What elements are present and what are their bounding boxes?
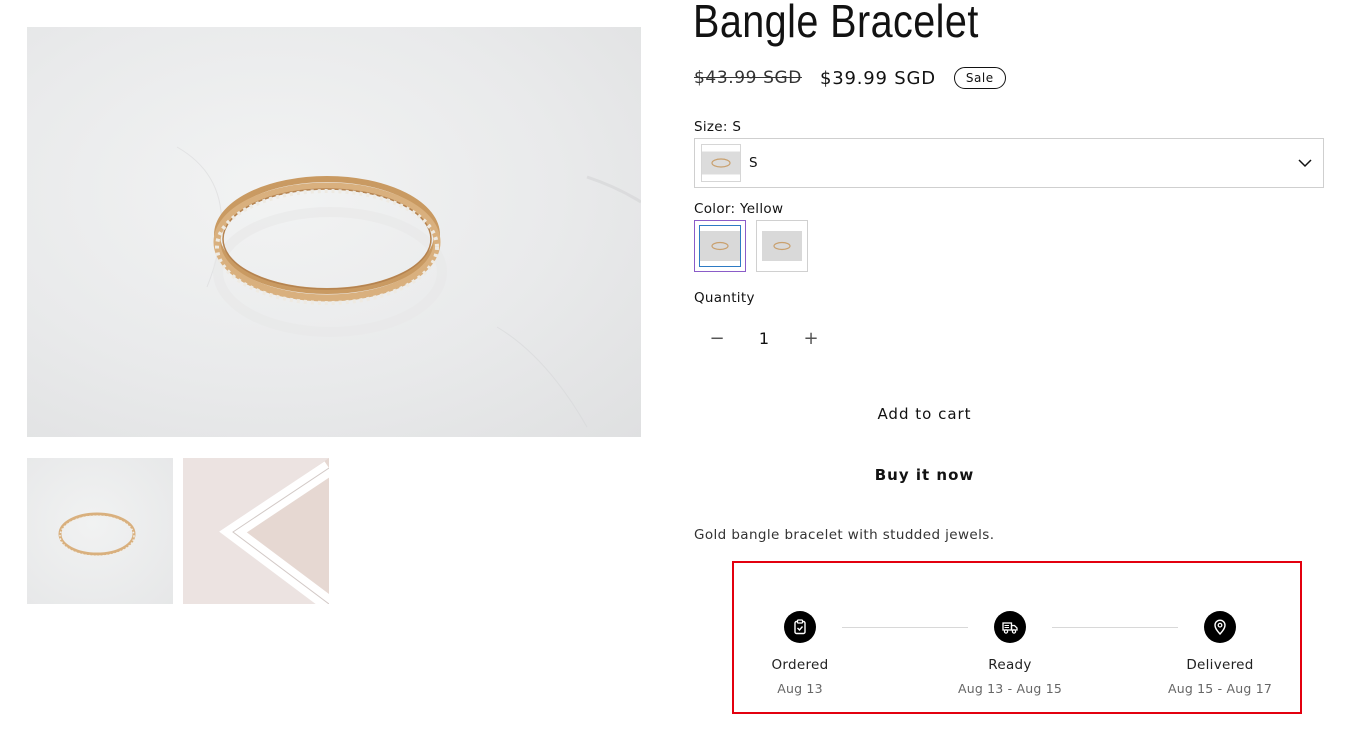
- thumbnail-1[interactable]: [27, 458, 173, 604]
- sale-price: $39.99 SGD: [819, 67, 936, 89]
- thumbnail-2[interactable]: [183, 458, 329, 604]
- quantity-increase-button[interactable]: +: [788, 316, 834, 361]
- timeline-step-label: Ordered: [771, 657, 829, 673]
- product-description: Gold bangle bracelet with studded jewels…: [694, 527, 995, 543]
- product-title: Bangle Bracelet: [693, 0, 979, 47]
- sale-badge: Sale: [953, 67, 1006, 89]
- bangle-thumbnail-image: [58, 512, 136, 557]
- timeline-step-delivered: Delivered Aug 15 - Aug 17: [1150, 611, 1290, 696]
- size-select[interactable]: S: [694, 138, 1324, 188]
- quantity-input[interactable]: 1: [740, 329, 788, 348]
- timeline-step-date: Aug 13: [777, 681, 823, 696]
- chevron-down-icon: [1298, 159, 1312, 168]
- timeline-step-label: Delivered: [1186, 657, 1254, 673]
- timeline-step-label: Ready: [988, 657, 1032, 673]
- size-label: Size: S: [694, 119, 742, 135]
- quantity-decrease-button[interactable]: −: [694, 316, 740, 361]
- size-option-thumbnail: [701, 144, 741, 182]
- bangle-image: [176, 146, 641, 428]
- delivery-timeline: Ordered Aug 13 Ready Aug 13 - Aug 15 Del…: [732, 561, 1302, 714]
- size-selected-value: S: [749, 155, 758, 171]
- color-swatch-image: [699, 225, 741, 267]
- quantity-label: Quantity: [694, 290, 755, 306]
- clipboard-check-icon: [784, 611, 816, 643]
- timeline-step-ready: Ready Aug 13 - Aug 15: [940, 611, 1080, 696]
- timeline-step-ordered: Ordered Aug 13: [730, 611, 870, 696]
- truck-icon: [994, 611, 1026, 643]
- timeline-step-date: Aug 13 - Aug 15: [957, 681, 1063, 696]
- color-swatch-yellow[interactable]: [694, 220, 746, 272]
- quantity-stepper: − 1 +: [694, 316, 834, 361]
- add-to-cart-button[interactable]: Add to cart: [694, 391, 1155, 437]
- timeline-step-date: Aug 15 - Aug 17: [1167, 681, 1273, 696]
- buy-it-now-button[interactable]: Buy it now: [694, 452, 1155, 498]
- frame-thumbnail-image: [219, 458, 329, 604]
- color-swatch-image: [762, 226, 802, 266]
- map-pin-icon: [1204, 611, 1236, 643]
- color-swatch-silver[interactable]: [756, 220, 808, 272]
- price-row: $43.99 SGD $39.99 SGD Sale: [694, 67, 1006, 89]
- color-label: Color: Yellow: [694, 201, 784, 217]
- regular-price: $43.99 SGD: [694, 68, 802, 88]
- product-main-image[interactable]: [27, 27, 641, 437]
